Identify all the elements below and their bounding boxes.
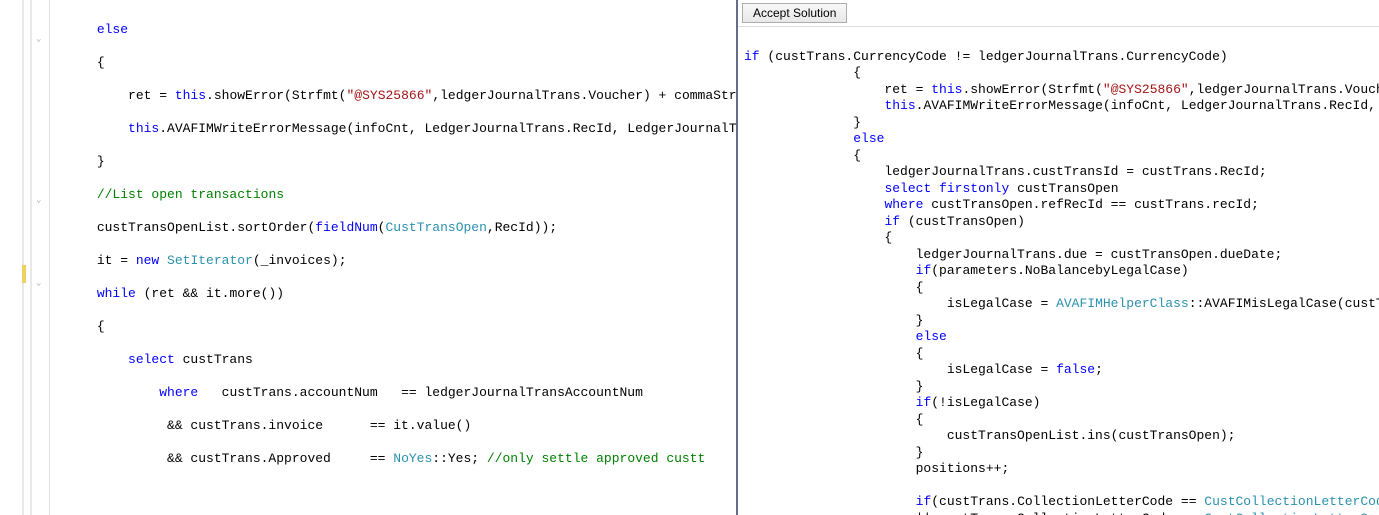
right-code[interactable]: if (custTrans.CurrencyCode != ledgerJour…	[744, 32, 1379, 515]
left-code[interactable]: else { ret = this.showError(Strfmt("@SYS…	[50, 5, 736, 515]
comment: //List open transactions	[97, 187, 284, 202]
left-code-pane: ⌄ ⌄ ⌄ else { ret = this.showError(Strfmt…	[0, 0, 738, 515]
suggestion-toolbar: Accept Solution	[738, 0, 1379, 27]
accept-solution-button[interactable]: Accept Solution	[742, 3, 847, 23]
right-code-pane: Accept Solution if (custTrans.CurrencyCo…	[738, 0, 1379, 515]
change-marker	[22, 265, 26, 283]
chevron-down-icon[interactable]: ⌄	[36, 195, 41, 205]
chevron-down-icon[interactable]: ⌄	[36, 278, 41, 288]
left-gutter: ⌄ ⌄ ⌄	[0, 0, 50, 515]
kw-else: else	[97, 22, 128, 37]
chevron-down-icon[interactable]: ⌄	[36, 34, 41, 44]
